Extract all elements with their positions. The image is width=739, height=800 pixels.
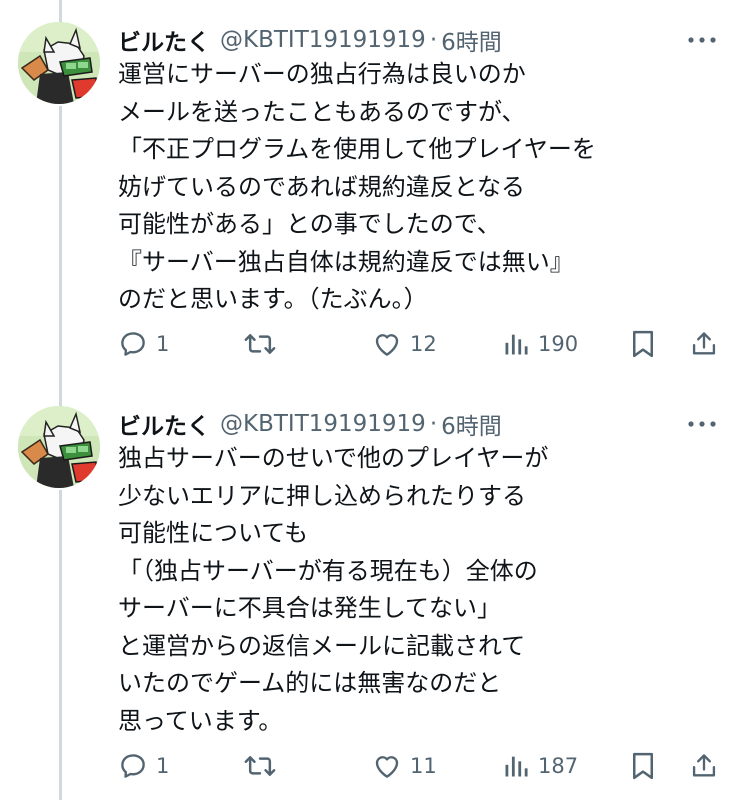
tweet-text: 独占サーバーのせいで他のプレイヤーが 少ないエリアに押し込められたりする 可能性… [118,440,548,740]
tweet-text-line: と運営からの返信メールに記載されて [118,631,526,660]
tweet-text: 運営にサーバーの独占行為は良いのか メールを送ったこともあるのですが、 「不正プ… [118,56,596,319]
share-button[interactable] [690,324,718,364]
tweet-text-line: いたのでゲーム的には無害なのだと [118,669,502,697]
bar-chart-icon [505,334,528,355]
view-count: 187 [538,754,579,778]
like-button[interactable]: 11 [372,746,437,786]
reply-bubble-icon [121,754,145,778]
tweet[interactable]: ビルたく @KBTIT19191919 · 6時間 独占サーバーのせいで他のプレ… [0,404,739,800]
tweet-actions: 1 11 187 [0,746,739,786]
tweet-text-line: 可能性がある」との事でしたので、 [118,210,501,238]
like-count: 12 [410,332,437,356]
tweet-text-line: 妨げているのであれば規約違反となる [118,172,526,201]
more-horizontal-icon [688,421,716,427]
more-horizontal-icon [688,37,716,43]
tweet-text-line: 「（独占サーバーが有る現在も）全体の [118,556,538,585]
reply-count: 1 [156,754,170,778]
heart-icon [375,334,399,356]
tweet-actions: 1 12 190 [0,324,739,364]
heart-icon [375,756,399,778]
repost-arrows-icon [244,756,276,776]
tweet-text-line: 運営にサーバーの独占行為は良いのか [118,60,526,88]
tweet-text-line: 『サーバー独占自体は規約違反では無い』 [118,247,574,276]
bar-chart-icon [505,756,528,777]
avatar[interactable] [18,406,100,488]
bookmark-button[interactable] [630,324,656,364]
tweet-text-line: サーバーに不具合は発生してない」 [118,594,502,622]
tweet-header: ビルたく @KBTIT19191919 · 6時間 [118,404,502,444]
reply-button[interactable]: 1 [118,324,169,364]
author-handle[interactable]: @KBTIT19191919 [220,27,426,53]
reply-button[interactable]: 1 [118,746,169,786]
repost-button[interactable] [244,324,284,364]
tweet[interactable]: ビルたく @KBTIT19191919 · 6時間 運営にサーバーの独占行為は良… [0,20,739,390]
tweet-text-line: 可能性についても [118,519,309,547]
tweet-text-line: 独占サーバーのせいで他のプレイヤーが [118,444,549,472]
more-options-button[interactable] [687,28,717,52]
like-count: 11 [410,754,437,778]
like-button[interactable]: 12 [372,324,437,364]
share-upload-icon [692,332,716,355]
bookmark-icon [633,330,653,358]
thread-line-top [59,0,62,22]
repost-arrows-icon [244,334,276,354]
header-separator: · [429,27,438,53]
share-button[interactable] [690,746,718,786]
author-display-name[interactable]: ビルたく [118,407,210,441]
tweet-text-line: メールを送ったこともあるのですが、 [118,97,526,126]
author-display-name[interactable]: ビルたく [118,23,210,57]
avatar[interactable] [18,22,100,104]
timestamp[interactable]: 6時間 [441,23,502,57]
avatar-image [18,406,100,488]
tweet-text-line: 思っています。 [118,706,283,735]
more-options-button[interactable] [687,412,717,436]
tweet-header: ビルたく @KBTIT19191919 · 6時間 [118,20,502,60]
bookmark-button[interactable] [630,746,656,786]
views-button[interactable]: 190 [502,324,578,364]
header-separator: · [429,411,438,437]
timestamp[interactable]: 6時間 [441,407,502,441]
reply-bubble-icon [121,332,145,356]
bookmark-icon [633,752,653,780]
share-upload-icon [692,754,716,777]
repost-button[interactable] [244,746,284,786]
views-button[interactable]: 187 [502,746,578,786]
tweet-text-line: 「不正プログラムを使用して他プレイヤーを [118,135,596,163]
tweet-text-line: のだと思います。（たぶん。） [118,285,428,313]
author-handle[interactable]: @KBTIT19191919 [220,411,426,437]
view-count: 190 [538,332,579,356]
avatar-image [18,22,100,104]
reply-count: 1 [156,332,170,356]
tweet-text-line: 少ないエリアに押し込められたりする [118,481,526,510]
